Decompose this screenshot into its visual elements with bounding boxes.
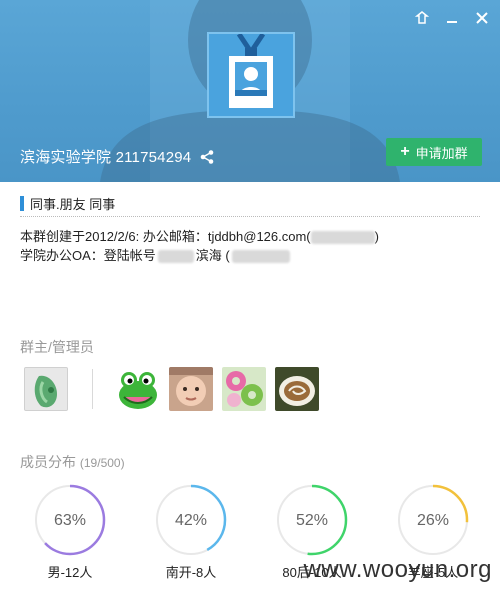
id-badge-icon — [229, 32, 273, 108]
stat-percent: 42% — [175, 512, 207, 529]
separator — [92, 369, 93, 409]
close-icon[interactable] — [472, 8, 492, 28]
plus-icon: + — [400, 143, 410, 160]
group-header: 滨海实验学院 211754294 + 申请加群 — [0, 0, 500, 182]
stat-donut: 26% — [397, 484, 469, 556]
group-name: 滨海实验学院 211754294 — [20, 149, 192, 166]
admin-avatar-frog[interactable] — [116, 367, 160, 411]
redacted-text — [157, 250, 194, 264]
redacted-text — [310, 231, 375, 245]
stat-percent: 63% — [54, 512, 86, 529]
skin-icon[interactable] — [412, 8, 432, 28]
tag-text: 同事.朋友 同事 — [30, 197, 116, 212]
stat-donut: 52% — [276, 484, 348, 556]
admin-avatar-donuts[interactable] — [222, 367, 266, 411]
minimize-icon[interactable] — [442, 8, 462, 28]
group-tags: 同事.朋友 同事 — [20, 194, 115, 213]
divider — [20, 216, 480, 217]
share-icon[interactable] — [199, 149, 215, 165]
admin-avatar-baby[interactable] — [169, 367, 213, 411]
redacted-text — [231, 250, 290, 264]
group-intro-line-2: 学院办公OA：登陆帐号 滨海 ( — [20, 245, 290, 264]
admins-section-title: 群主/管理员 — [20, 339, 94, 355]
stat-percent: 26% — [417, 512, 449, 529]
stat-item: 63% 男-12人 — [32, 482, 108, 581]
stat-label: 男-12人 — [47, 565, 93, 580]
members-section-title: 成员分布 (19/500) — [20, 454, 125, 470]
watermark-text: www.wooyun.org — [303, 556, 492, 583]
stat-item: 42% 南开-8人 — [153, 482, 229, 581]
group-avatar[interactable] — [207, 32, 295, 118]
member-count: (19/500) — [79, 456, 125, 470]
stat-donut: 63% — [34, 484, 106, 556]
join-group-label: 申请加群 — [415, 145, 468, 161]
owner-avatar[interactable] — [24, 367, 68, 411]
group-intro-line-1: 本群创建于2012/2/6: 办公邮箱：tjddbh@126.com() — [20, 229, 379, 245]
admin-avatar-coffee[interactable] — [275, 367, 319, 411]
stat-donut: 42% — [155, 484, 227, 556]
join-group-button[interactable]: + 申请加群 — [386, 138, 482, 166]
tag-marker — [20, 196, 24, 211]
stat-label: 南开-8人 — [165, 565, 217, 580]
admins-row — [24, 367, 319, 411]
stat-percent: 52% — [296, 512, 328, 529]
